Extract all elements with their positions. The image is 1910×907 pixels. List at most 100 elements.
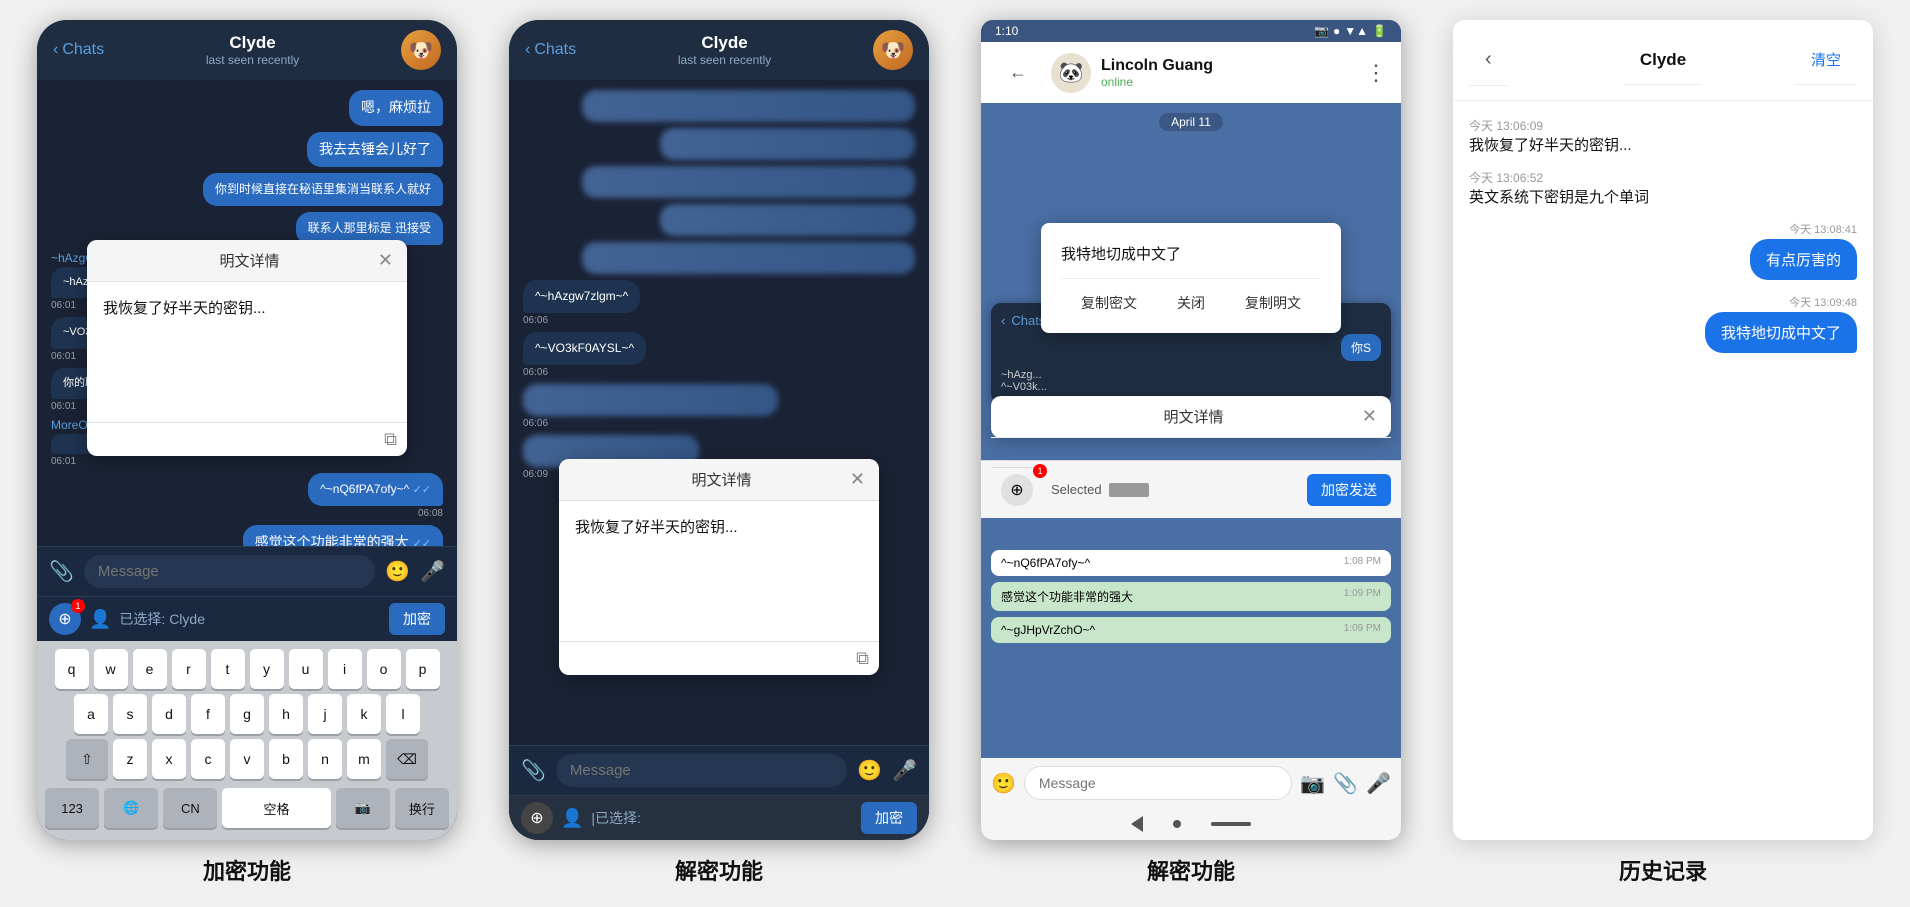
key-s[interactable]: s xyxy=(113,694,147,734)
keyboard: q w e r t y u i o p a s d f g h xyxy=(37,641,457,840)
camera-icon[interactable]: 📷 xyxy=(1300,771,1325,796)
key-l[interactable]: l xyxy=(386,694,420,734)
mic-icon[interactable]: 🎤 xyxy=(420,559,445,584)
attach-icon[interactable]: 📎 xyxy=(1333,771,1358,796)
msg-time: 06:06 xyxy=(523,367,548,378)
encrypt-button[interactable]: 加密 xyxy=(389,603,445,635)
avatar[interactable]: 🐶 xyxy=(401,30,441,70)
msg-row xyxy=(523,166,915,198)
key-p[interactable]: p xyxy=(406,649,440,689)
panel4-label: 历史记录 xyxy=(1619,854,1707,886)
key-space[interactable]: 空格 xyxy=(222,788,330,828)
copy-plaintext-button[interactable]: 复制明文 xyxy=(1245,293,1301,313)
key-globe[interactable]: 🌐 xyxy=(104,788,158,828)
popup-close-button[interactable]: ✕ xyxy=(1362,406,1377,427)
key-n[interactable]: n xyxy=(308,739,342,779)
back-button[interactable]: ‹ Chats xyxy=(525,41,576,59)
attach-icon[interactable]: 📎 xyxy=(521,758,546,783)
key-y[interactable]: y xyxy=(250,649,284,689)
user-icon: 👤 xyxy=(561,808,583,829)
emoji-icon[interactable]: 🙂 xyxy=(385,559,410,584)
message-input[interactable] xyxy=(84,555,375,588)
msg-row: ^~VO3kF0AYSL~^ 06:06 xyxy=(523,332,915,378)
key-u[interactable]: u xyxy=(289,649,323,689)
back-nav-icon[interactable] xyxy=(1131,816,1143,832)
emoji-icon[interactable]: 🙂 xyxy=(857,758,882,783)
msg-time: 06:01 xyxy=(51,456,76,467)
popup-close-button[interactable]: ✕ xyxy=(378,250,393,271)
key-t[interactable]: t xyxy=(211,649,245,689)
mic-icon[interactable]: 🎤 xyxy=(892,758,917,783)
popup-header: 明文详情 ✕ xyxy=(991,396,1391,438)
selected-label: Selected xyxy=(1051,482,1102,497)
key-c[interactable]: c xyxy=(191,739,225,779)
key-i[interactable]: i xyxy=(328,649,362,689)
badge-count: 1 xyxy=(1033,464,1047,478)
message-bubble: 嗯，麻烦拉 xyxy=(349,90,443,126)
context-message-text: 我特地切成中文了 xyxy=(1061,243,1321,264)
avatar[interactable]: 🐶 xyxy=(873,30,913,70)
message-input[interactable] xyxy=(1024,766,1292,800)
msg-item: 感觉这个功能非常的强大 1:09 PM xyxy=(991,582,1391,611)
key-k[interactable]: k xyxy=(347,694,381,734)
encrypt-button[interactable]: 加密 xyxy=(861,802,917,834)
context-actions: 复制密文 关闭 复制明文 xyxy=(1061,278,1321,313)
copy-ciphertext-button[interactable]: 复制密文 xyxy=(1081,293,1137,313)
key-h[interactable]: h xyxy=(269,694,303,734)
history-messages: 今天 13:06:09 我恢复了好半天的密钥... 今天 13:06:52 英文… xyxy=(1453,101,1873,840)
key-w[interactable]: w xyxy=(94,649,128,689)
close-button[interactable]: 关闭 xyxy=(1177,293,1205,313)
key-a[interactable]: a xyxy=(74,694,108,734)
time-display: 1:10 xyxy=(995,24,1018,38)
key-z[interactable]: z xyxy=(113,739,147,779)
planet-icon[interactable]: ⊕ xyxy=(521,802,553,834)
emoji-icon[interactable]: 🙂 xyxy=(991,771,1016,796)
planet-icon[interactable]: ⊕ xyxy=(1001,474,1033,506)
key-g[interactable]: g xyxy=(230,694,264,734)
key-e[interactable]: e xyxy=(133,649,167,689)
key-b[interactable]: b xyxy=(269,739,303,779)
avatar[interactable]: 🐼 xyxy=(1051,53,1091,93)
key-d[interactable]: d xyxy=(152,694,186,734)
message-input[interactable] xyxy=(556,754,847,787)
key-return[interactable]: 换行 xyxy=(395,788,449,828)
clear-button[interactable]: 清空 xyxy=(1795,35,1857,85)
back-button[interactable]: ‹ xyxy=(1469,34,1508,86)
recents-nav-icon[interactable] xyxy=(1211,822,1251,826)
key-delete[interactable]: ⌫ xyxy=(386,739,428,779)
key-123[interactable]: 123 xyxy=(45,788,99,828)
key-f[interactable]: f xyxy=(191,694,225,734)
message-text: 我特地切成中文了 xyxy=(1705,312,1857,353)
msg-time: 06:01 xyxy=(51,300,76,311)
copy-icon[interactable]: ⧉ xyxy=(384,429,397,450)
panels-container: ‹ Chats Clyde last seen recently 🐶 嗯，麻烦拉… xyxy=(20,20,1890,886)
key-r[interactable]: r xyxy=(172,649,206,689)
popup-close-button[interactable]: ✕ xyxy=(850,469,865,490)
title-group: Clyde last seen recently xyxy=(104,33,401,67)
back-button[interactable]: ← xyxy=(995,52,1041,93)
msg-item: ^~gJHpVrZchO~^ 1:09 PM xyxy=(991,617,1391,643)
key-x[interactable]: x xyxy=(152,739,186,779)
back-button[interactable]: ‹ Chats xyxy=(53,41,104,59)
more-options-icon[interactable]: ⋮ xyxy=(1365,60,1387,86)
msg-row: 我去去锤会儿好了 xyxy=(51,132,443,168)
key-o[interactable]: o xyxy=(367,649,401,689)
encrypt-send-button[interactable]: 加密发送 xyxy=(1307,474,1391,506)
key-cn[interactable]: CN xyxy=(163,788,217,828)
key-j[interactable]: j xyxy=(308,694,342,734)
mic-icon[interactable]: 🎤 xyxy=(1366,771,1391,796)
attach-icon[interactable]: 📎 xyxy=(49,559,74,584)
blurred-message xyxy=(660,204,915,236)
key-shift[interactable]: ⇧ xyxy=(66,739,108,779)
key-m[interactable]: m xyxy=(347,739,381,779)
popup-header: 明文详情 ✕ xyxy=(87,240,407,282)
inner-msg-row: ^~V03k... xyxy=(1001,381,1381,393)
key-camera[interactable]: 📷 xyxy=(336,788,390,828)
home-nav-icon[interactable] xyxy=(1173,820,1181,828)
blurred-message xyxy=(582,242,915,274)
planet-wrap: ⊕ 1 xyxy=(49,603,81,635)
msg-time: 06:01 xyxy=(51,401,76,412)
key-v[interactable]: v xyxy=(230,739,264,779)
copy-icon[interactable]: ⧉ xyxy=(856,648,869,669)
key-q[interactable]: q xyxy=(55,649,89,689)
